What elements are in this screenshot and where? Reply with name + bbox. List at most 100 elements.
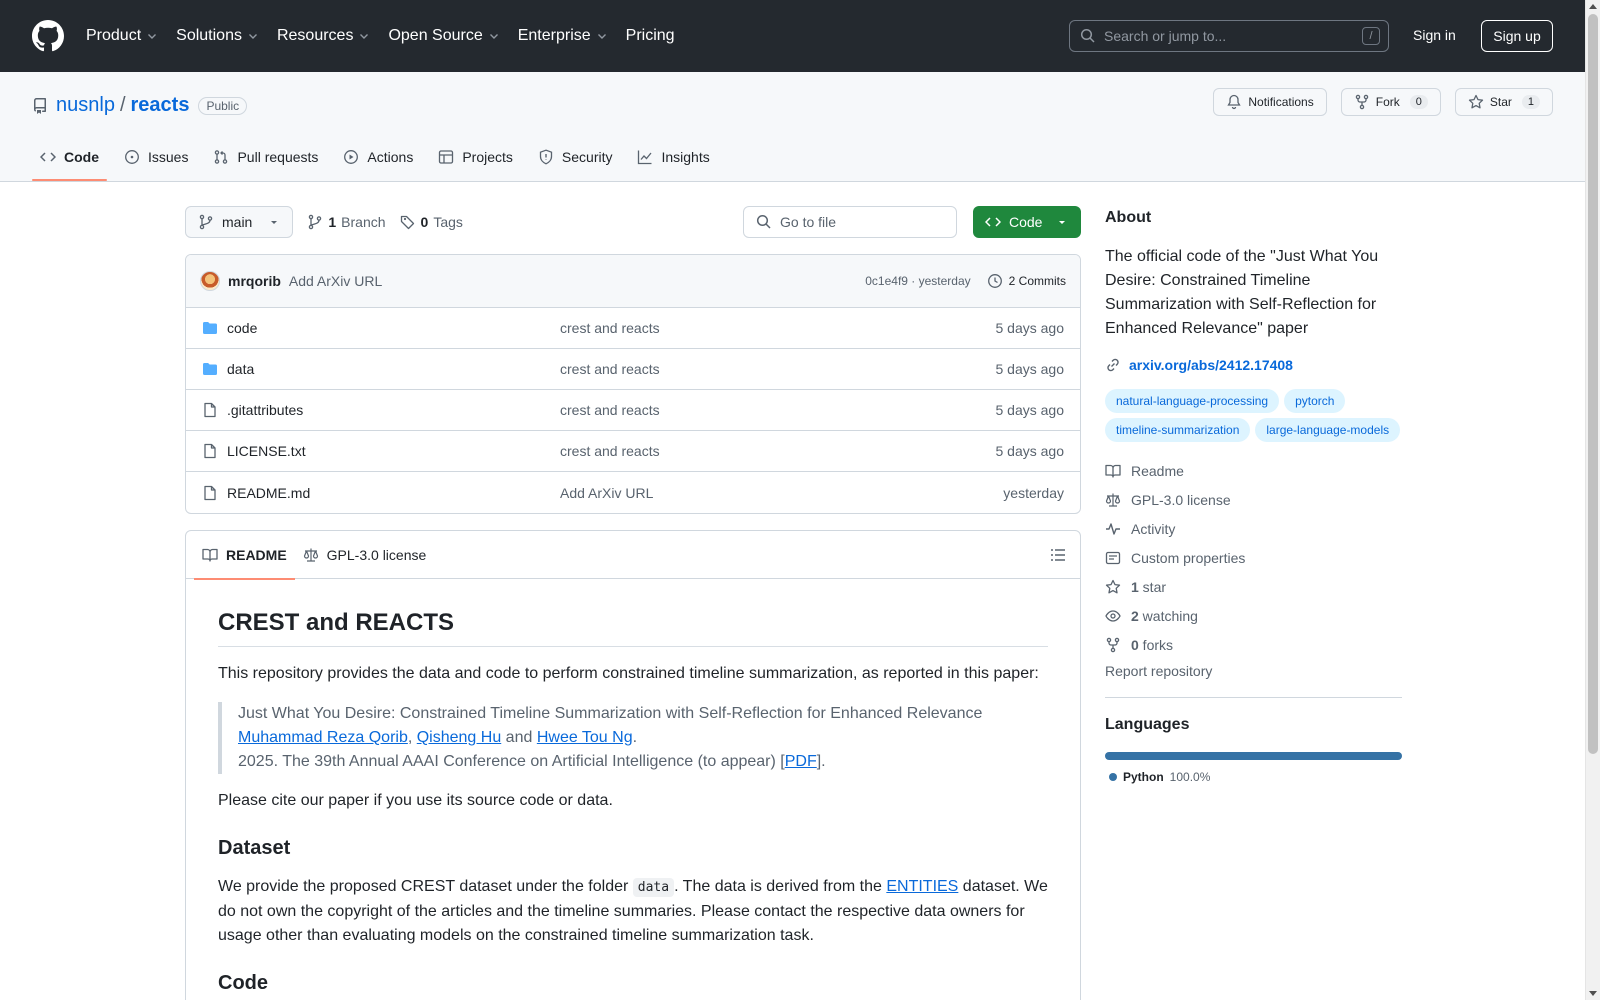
tag-icon	[400, 215, 414, 230]
author-link-hu[interactable]: Qisheng Hu	[417, 729, 502, 746]
watchers-link[interactable]: 2 watching	[1105, 601, 1402, 630]
go-to-file-input[interactable]: Go to file	[743, 206, 957, 238]
nav-pricing[interactable]: Pricing	[626, 27, 675, 45]
global-header: Product Solutions Resources Open Source …	[0, 0, 1585, 72]
repo-header: nusnlp / reacts Public Notifications For…	[0, 72, 1585, 182]
language-percent: 100.0%	[1169, 770, 1211, 784]
sign-up-button[interactable]: Sign up	[1481, 20, 1553, 52]
issue-icon	[125, 150, 139, 164]
tab-code-label: Code	[64, 149, 99, 165]
tab-projects[interactable]: Projects	[430, 133, 521, 181]
list-unordered-icon[interactable]	[1050, 547, 1066, 563]
star-label: Star	[1489, 95, 1512, 109]
global-search-input[interactable]: Search or jump to... /	[1069, 20, 1389, 52]
scrollbar-thumb[interactable]	[1588, 14, 1598, 754]
scroll-up-arrow-icon[interactable]	[1589, 4, 1597, 9]
commits-history-link[interactable]: 2 Commits	[987, 273, 1066, 289]
custom-properties-link[interactable]: Custom properties	[1105, 543, 1402, 572]
branch-selector[interactable]: main	[185, 206, 294, 238]
topic-tag[interactable]: timeline-summarization	[1105, 418, 1251, 442]
file-name-link[interactable]: .gitattributes	[227, 402, 303, 418]
file-commit-message[interactable]: crest and reacts	[560, 402, 660, 418]
repo-name-link[interactable]: reacts	[131, 94, 190, 117]
forks-link[interactable]: 0 forks	[1105, 630, 1402, 659]
table-icon	[439, 150, 454, 164]
file-name-link[interactable]: code	[227, 320, 257, 336]
commit-author-link[interactable]: mrqorib	[228, 273, 281, 289]
commit-message-link[interactable]: Add ArXiv URL	[289, 273, 382, 289]
table-row[interactable]: data crest and reacts 5 days ago	[186, 349, 1080, 390]
topic-tag[interactable]: large-language-models	[1255, 418, 1401, 442]
license-link[interactable]: GPL-3.0 license	[1105, 485, 1402, 514]
tab-issues[interactable]: Issues	[116, 133, 196, 181]
stars-link[interactable]: 1 star	[1105, 572, 1402, 601]
nav-solutions[interactable]: Solutions	[176, 27, 259, 45]
readme-link[interactable]: Readme	[1105, 456, 1402, 485]
file-commit-message[interactable]: crest and reacts	[560, 443, 660, 459]
table-row[interactable]: LICENSE.txt crest and reacts 5 days ago	[186, 431, 1080, 472]
fork-label: Fork	[1375, 95, 1400, 109]
language-item-python[interactable]: Python 100.0%	[1105, 770, 1402, 784]
commit-hash-time[interactable]: 0c1e4f9 · yesterday	[865, 274, 970, 288]
nav-resources[interactable]: Resources	[277, 27, 370, 45]
table-row[interactable]: README.md Add ArXiv URL yesterday	[186, 472, 1080, 513]
file-icon	[204, 443, 216, 459]
link-icon	[1107, 358, 1119, 372]
repo-owner-link[interactable]: nusnlp	[56, 94, 115, 117]
paper-authors: Muhammad Reza Qorib, Qisheng Hu and Hwee…	[238, 726, 1048, 750]
tab-license[interactable]: GPL-3.0 license	[295, 531, 435, 579]
nav-open-source[interactable]: Open Source	[388, 27, 499, 45]
file-commit-message[interactable]: crest and reacts	[560, 361, 660, 377]
file-name-link[interactable]: README.md	[227, 485, 310, 501]
nav-product[interactable]: Product	[86, 27, 158, 45]
entities-link[interactable]: ENTITIES	[886, 878, 958, 895]
activity-link[interactable]: Activity	[1105, 514, 1402, 543]
file-name-link[interactable]: data	[227, 361, 254, 377]
tab-actions[interactable]: Actions	[335, 133, 421, 181]
fork-button[interactable]: Fork 0	[1340, 88, 1441, 116]
file-commit-date: yesterday	[1003, 484, 1064, 501]
file-icon	[204, 485, 216, 500]
table-row[interactable]: code crest and reacts 5 days ago	[186, 308, 1080, 349]
file-commit-message[interactable]: Add ArXiv URL	[560, 485, 653, 501]
homepage-url[interactable]: arxiv.org/abs/2412.17408	[1129, 357, 1293, 373]
table-row[interactable]: .gitattributes crest and reacts 5 days ago	[186, 390, 1080, 431]
scroll-down-arrow-icon[interactable]	[1589, 991, 1597, 996]
pdf-link[interactable]: PDF	[785, 753, 817, 770]
tab-pull-requests[interactable]: Pull requests	[205, 133, 326, 181]
avatar[interactable]	[200, 271, 220, 291]
dataset-paragraph: We provide the proposed CREST dataset un…	[218, 875, 1048, 948]
nav-enterprise[interactable]: Enterprise	[518, 27, 608, 45]
github-logo-icon[interactable]	[32, 20, 64, 52]
nav-enterprise-label: Enterprise	[517, 27, 591, 44]
notifications-label: Notifications	[1248, 95, 1314, 109]
tab-insights[interactable]: Insights	[629, 133, 717, 181]
star-button[interactable]: Star 1	[1454, 88, 1553, 116]
report-repository-link[interactable]: Report repository	[1105, 663, 1402, 698]
homepage-link[interactable]: arxiv.org/abs/2412.17408	[1105, 357, 1402, 373]
topics-list: natural-language-processing pytorch timeli…	[1105, 389, 1402, 442]
commits-count: 2 Commits	[1008, 274, 1066, 288]
tab-security[interactable]: Security	[530, 133, 621, 181]
page-scrollbar[interactable]	[1585, 0, 1600, 1000]
author-link-ng[interactable]: Hwee Tou Ng	[537, 729, 633, 746]
language-bar	[1105, 752, 1402, 760]
notifications-button[interactable]: Notifications	[1213, 88, 1327, 116]
dataset-heading: Dataset	[218, 837, 291, 859]
tags-link[interactable]: 0 Tags	[400, 214, 463, 230]
sign-in-link[interactable]: Sign in	[1413, 27, 1456, 43]
file-commit-message[interactable]: crest and reacts	[560, 320, 660, 336]
history-icon	[987, 274, 1002, 288]
search-icon	[1080, 28, 1095, 43]
law-icon	[303, 548, 318, 562]
file-name-link[interactable]: LICENSE.txt	[227, 443, 306, 459]
code-dropdown-button[interactable]: Code	[973, 206, 1081, 238]
repo-tabs: Code Issues Pull requests Actions Projec…	[32, 133, 727, 181]
branches-link[interactable]: 1 Branch	[307, 214, 386, 230]
author-link-qorib[interactable]: Muhammad Reza Qorib	[238, 729, 408, 746]
readme-link-label: Readme	[1131, 462, 1184, 479]
tab-code[interactable]: Code	[32, 133, 107, 181]
topic-tag[interactable]: natural-language-processing	[1105, 389, 1280, 413]
topic-tag[interactable]: pytorch	[1284, 389, 1346, 413]
tab-readme[interactable]: README	[194, 531, 295, 580]
